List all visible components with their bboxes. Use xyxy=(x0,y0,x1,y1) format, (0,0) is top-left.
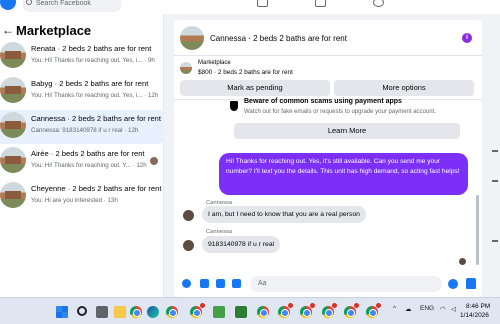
file-explorer-icon[interactable] xyxy=(114,306,126,318)
listing-thumbnail xyxy=(0,147,26,173)
more-options-button[interactable]: More options xyxy=(334,80,474,96)
edge-icon[interactable] xyxy=(147,306,159,318)
search-input[interactable]: Search Facebook xyxy=(22,0,122,12)
top-navigation-bar: Search Facebook xyxy=(0,0,500,14)
listing-thumbnail[interactable] xyxy=(180,26,204,50)
chat-window: Cannessa · 2 beds 2 baths are for rent i… xyxy=(174,20,482,297)
listing-thumbnail xyxy=(0,182,26,208)
notification-badge xyxy=(310,303,315,308)
notification-badge xyxy=(376,303,381,308)
chrome-icon[interactable] xyxy=(300,303,315,318)
listing-thumbnail xyxy=(0,112,26,138)
language-indicator[interactable]: ENG xyxy=(420,305,434,312)
conversation-title: Cheyenne · 2 beds 2 baths are for rent xyxy=(31,184,162,193)
facebook-logo-icon[interactable] xyxy=(0,0,16,10)
seen-avatar xyxy=(150,157,158,165)
conversation-title: Cannessa · 2 beds 2 baths are for rent xyxy=(31,114,162,123)
right-panel-icon[interactable] xyxy=(492,240,498,242)
conversation-preview: You: Hi! Thanks for reaching out. Yes, i… xyxy=(31,92,159,99)
message-composer: Aa xyxy=(174,272,482,297)
chrome-icon[interactable] xyxy=(130,306,142,318)
conversation-item[interactable]: Airée · 2 beds 2 baths are for rent You:… xyxy=(0,145,164,179)
conversation-preview: You: Hi are you interested · 13h xyxy=(31,197,118,204)
message-input[interactable]: Aa xyxy=(250,276,442,292)
marketplace-label: Marketplace xyxy=(198,60,231,66)
onedrive-icon[interactable]: ☁ xyxy=(405,305,412,313)
gif-icon[interactable] xyxy=(232,279,241,288)
chat-title[interactable]: Cannessa · 2 beds 2 baths are for rent xyxy=(210,34,347,43)
chrome-icon[interactable] xyxy=(257,306,269,318)
message-sender: Cannessa xyxy=(206,229,233,235)
conversation-item-active[interactable]: Cannessa · 2 beds 2 baths are for rent C… xyxy=(0,110,164,144)
conversation-preview: Cannessa: 9183140978 if u r real · 12h xyxy=(31,127,139,134)
clock-time[interactable]: 8:46 PM xyxy=(466,303,490,310)
listing-price: $800 · 2 beds 2 baths are for rent xyxy=(198,69,293,76)
listing-thumbnail xyxy=(0,77,26,103)
app-icon[interactable] xyxy=(213,306,225,318)
page-title: Marketplace xyxy=(16,22,92,38)
home-icon[interactable] xyxy=(257,0,268,7)
microphone-icon[interactable] xyxy=(182,279,191,288)
chrome-icon[interactable] xyxy=(344,303,359,318)
conversation-sidebar: ← Marketplace Renata · 2 beds 2 baths ar… xyxy=(0,14,164,297)
conversation-title: Airée · 2 beds 2 baths are for rent xyxy=(31,149,145,158)
conversation-item[interactable]: Babyg · 2 beds 2 baths are for rent You:… xyxy=(0,75,164,109)
chrome-icon[interactable] xyxy=(366,303,381,318)
incoming-message: 9183140978 if u r real xyxy=(202,236,281,253)
conversation-title: Babyg · 2 beds 2 baths are for rent xyxy=(31,79,149,88)
conversation-item[interactable]: Renata · 2 beds 2 baths are for rent You… xyxy=(0,40,164,74)
sticker-icon[interactable] xyxy=(216,279,225,288)
profile-icon[interactable] xyxy=(373,0,384,7)
scam-warning-title: Beware of common scams using payment app… xyxy=(244,98,402,105)
chrome-icon[interactable] xyxy=(322,303,337,318)
mark-as-pending-button[interactable]: Mark as pending xyxy=(180,80,330,96)
learn-more-button[interactable]: Learn More xyxy=(234,123,460,139)
like-icon[interactable] xyxy=(466,278,476,289)
outgoing-message: Hi! Thanks for reaching out. Yes, it's s… xyxy=(219,153,468,195)
listing-thumbnail xyxy=(0,42,26,68)
chrome-icon[interactable] xyxy=(278,303,293,318)
notification-badge xyxy=(200,303,205,308)
sender-avatar[interactable] xyxy=(183,210,194,221)
seen-avatar xyxy=(459,258,466,265)
right-panel-icon[interactable] xyxy=(492,180,498,182)
conversation-title: Renata · 2 beds 2 baths are for rent xyxy=(31,44,152,53)
clock-date[interactable]: 1/14/2026 xyxy=(460,312,489,319)
chrome-icon[interactable] xyxy=(190,303,205,318)
conversation-preview: You: Hi! Thanks for reaching out. Y... ·… xyxy=(31,162,147,169)
sender-avatar[interactable] xyxy=(183,240,194,251)
notification-badge xyxy=(288,303,293,308)
conversation-preview: You: Hi! Thanks for reaching out. Yes, i… xyxy=(31,57,155,64)
search-icon[interactable] xyxy=(77,306,87,316)
message-input-placeholder: Aa xyxy=(258,280,267,287)
scam-warning: Beware of common scams using payment app… xyxy=(230,98,462,140)
scrollbar[interactable] xyxy=(476,195,479,265)
wifi-icon[interactable]: ◠ xyxy=(440,305,446,313)
windows-taskbar: ^ ☁ ENG ◠ ◁ 8:46 PM 1/14/2026 xyxy=(0,297,500,324)
notification-badge xyxy=(332,303,337,308)
windows-start-icon[interactable] xyxy=(56,306,68,318)
emoji-icon[interactable] xyxy=(448,279,458,289)
chrome-icon[interactable] xyxy=(166,306,178,318)
conversation-item[interactable]: Cheyenne · 2 beds 2 baths are for rent Y… xyxy=(0,180,164,214)
search-icon xyxy=(26,0,32,5)
search-placeholder: Search Facebook xyxy=(36,0,91,7)
photo-icon[interactable] xyxy=(200,279,209,288)
shield-icon xyxy=(230,101,238,111)
back-arrow-icon[interactable]: ← xyxy=(2,23,16,37)
app-icon[interactable] xyxy=(235,306,247,318)
chevron-up-icon[interactable]: ^ xyxy=(393,305,396,312)
volume-icon[interactable]: ◁ xyxy=(451,305,456,313)
info-icon[interactable]: i xyxy=(462,33,472,43)
listing-thumbnail xyxy=(180,62,192,74)
right-panel-icon[interactable] xyxy=(492,150,498,152)
chat-header: Cannessa · 2 beds 2 baths are for rent i xyxy=(174,20,482,56)
notification-badge xyxy=(354,303,359,308)
groups-icon[interactable] xyxy=(315,0,326,7)
scam-warning-text: Watch out for fake emails or requests to… xyxy=(244,109,436,115)
task-view-icon[interactable] xyxy=(96,306,108,318)
sidebar-header: ← Marketplace xyxy=(0,22,164,38)
incoming-message: I am, but I need to know that you are a … xyxy=(202,206,366,223)
